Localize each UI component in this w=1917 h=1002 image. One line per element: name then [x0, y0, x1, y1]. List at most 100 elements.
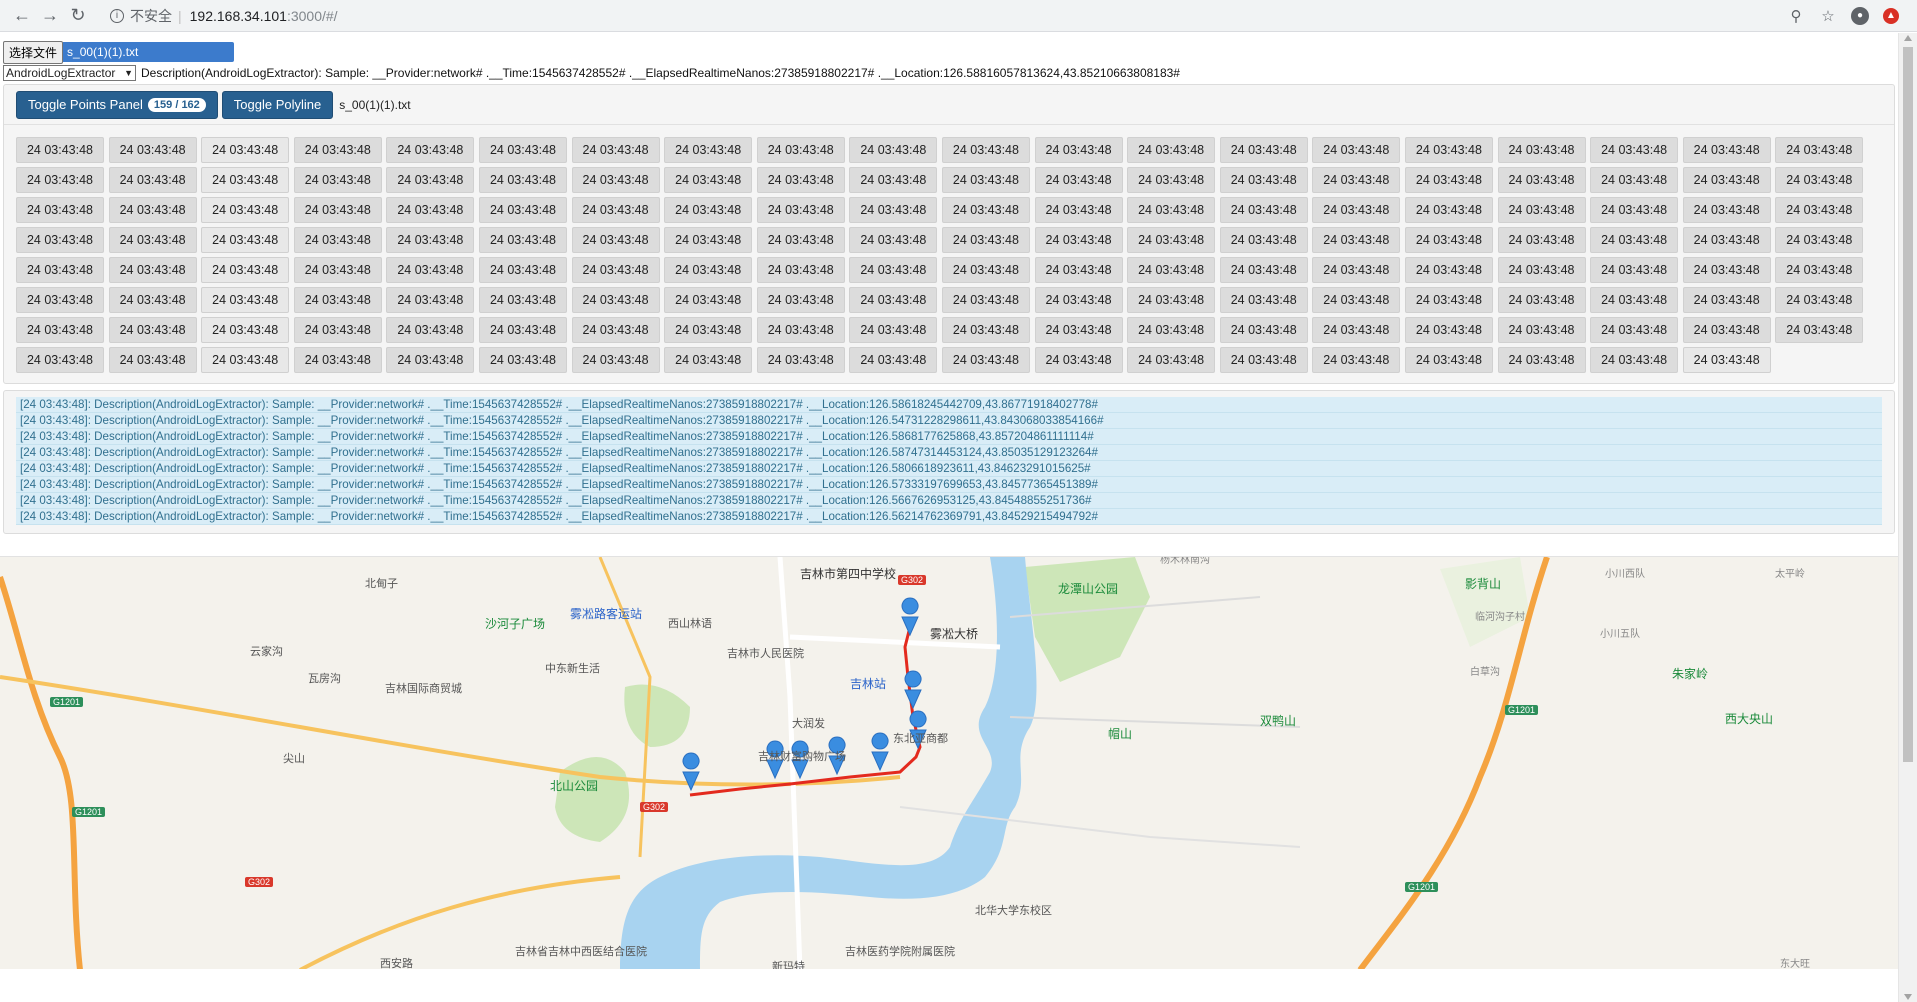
- point-button[interactable]: 24 03:43:48: [1682, 227, 1771, 253]
- point-button[interactable]: 24 03:43:48: [293, 227, 382, 253]
- point-button[interactable]: 24 03:43:48: [108, 347, 197, 373]
- point-button[interactable]: 24 03:43:48: [1404, 197, 1493, 223]
- point-button[interactable]: 24 03:43:48: [1404, 347, 1493, 373]
- point-button[interactable]: 24 03:43:48: [478, 257, 567, 283]
- scroll-down-icon[interactable]: [1904, 994, 1912, 1000]
- point-button[interactable]: 24 03:43:48: [16, 167, 104, 193]
- point-button[interactable]: 24 03:43:48: [1497, 257, 1586, 283]
- point-button[interactable]: 24 03:43:48: [386, 227, 475, 253]
- point-button[interactable]: 24 03:43:48: [664, 317, 753, 343]
- point-button[interactable]: 24 03:43:48: [571, 257, 660, 283]
- point-button[interactable]: 24 03:43:48: [1034, 167, 1123, 193]
- point-button[interactable]: 24 03:43:48: [1312, 347, 1401, 373]
- point-button[interactable]: 24 03:43:48: [478, 347, 567, 373]
- point-button[interactable]: 24 03:43:48: [1590, 257, 1679, 283]
- point-button[interactable]: 24 03:43:48: [1312, 287, 1401, 313]
- point-button[interactable]: 24 03:43:48: [201, 137, 290, 163]
- point-button[interactable]: 24 03:43:48: [1682, 257, 1771, 283]
- point-button[interactable]: 24 03:43:48: [1682, 197, 1771, 223]
- point-button[interactable]: 24 03:43:48: [16, 257, 104, 283]
- point-button[interactable]: 24 03:43:48: [849, 137, 938, 163]
- point-button[interactable]: 24 03:43:48: [1127, 317, 1216, 343]
- point-button[interactable]: 24 03:43:48: [108, 227, 197, 253]
- point-button[interactable]: 24 03:43:48: [1312, 167, 1401, 193]
- point-button[interactable]: 24 03:43:48: [1775, 137, 1864, 163]
- point-button[interactable]: 24 03:43:48: [478, 197, 567, 223]
- point-button[interactable]: 24 03:43:48: [1590, 137, 1679, 163]
- point-button[interactable]: 24 03:43:48: [571, 197, 660, 223]
- point-button[interactable]: 24 03:43:48: [386, 317, 475, 343]
- extension-icon[interactable]: ▲: [1883, 7, 1899, 24]
- point-button[interactable]: 24 03:43:48: [16, 287, 104, 313]
- point-button[interactable]: 24 03:43:48: [941, 197, 1030, 223]
- point-button[interactable]: 24 03:43:48: [1219, 167, 1308, 193]
- point-button[interactable]: 24 03:43:48: [1127, 227, 1216, 253]
- point-button[interactable]: 24 03:43:48: [293, 317, 382, 343]
- point-button[interactable]: 24 03:43:48: [1775, 317, 1864, 343]
- reload-icon[interactable]: ↻: [64, 2, 92, 30]
- point-button[interactable]: 24 03:43:48: [1590, 167, 1679, 193]
- point-button[interactable]: 24 03:43:48: [941, 347, 1030, 373]
- choose-file-button[interactable]: 选择文件: [3, 40, 64, 64]
- point-button[interactable]: 24 03:43:48: [941, 287, 1030, 313]
- point-button[interactable]: 24 03:43:48: [1590, 197, 1679, 223]
- point-button[interactable]: 24 03:43:48: [1312, 227, 1401, 253]
- point-button[interactable]: 24 03:43:48: [849, 257, 938, 283]
- point-button[interactable]: 24 03:43:48: [664, 227, 753, 253]
- point-button[interactable]: 24 03:43:48: [201, 227, 290, 253]
- point-button[interactable]: 24 03:43:48: [1219, 257, 1308, 283]
- point-button[interactable]: 24 03:43:48: [1219, 137, 1308, 163]
- point-button[interactable]: 24 03:43:48: [849, 347, 938, 373]
- scroll-up-icon[interactable]: [1904, 35, 1912, 41]
- location-marker[interactable]: [871, 732, 889, 772]
- point-button[interactable]: 24 03:43:48: [1404, 257, 1493, 283]
- point-button[interactable]: 24 03:43:48: [1127, 257, 1216, 283]
- point-button[interactable]: 24 03:43:48: [386, 257, 475, 283]
- point-button[interactable]: 24 03:43:48: [664, 167, 753, 193]
- point-button[interactable]: 24 03:43:48: [108, 287, 197, 313]
- toggle-polyline-button[interactable]: Toggle Polyline: [221, 90, 334, 119]
- point-button[interactable]: 24 03:43:48: [1404, 227, 1493, 253]
- point-button[interactable]: 24 03:43:48: [571, 227, 660, 253]
- point-button[interactable]: 24 03:43:48: [571, 167, 660, 193]
- point-button[interactable]: 24 03:43:48: [386, 137, 475, 163]
- extractor-select[interactable]: AndroidLogExtractor ▼: [3, 65, 136, 81]
- point-button[interactable]: 24 03:43:48: [478, 317, 567, 343]
- point-button[interactable]: 24 03:43:48: [1034, 317, 1123, 343]
- point-button[interactable]: 24 03:43:48: [1034, 197, 1123, 223]
- point-button[interactable]: 24 03:43:48: [756, 227, 845, 253]
- location-marker[interactable]: [904, 670, 922, 710]
- zoom-icon[interactable]: ⚲: [1787, 7, 1805, 25]
- toggle-points-panel-button[interactable]: Toggle Points Panel 159 / 162: [16, 90, 218, 119]
- point-button[interactable]: 24 03:43:48: [478, 167, 567, 193]
- point-button[interactable]: 24 03:43:48: [201, 317, 290, 343]
- map-view[interactable]: 吉林市第四中学校 龙潭山公园 杨木林南沟 影背山 小川西队 太平岭 北甸子 雾凇路客运站 西山林…: [0, 556, 1898, 969]
- point-button[interactable]: 24 03:43:48: [16, 347, 104, 373]
- point-button[interactable]: 24 03:43:48: [849, 227, 938, 253]
- point-button[interactable]: 24 03:43:48: [108, 197, 197, 223]
- point-button[interactable]: 24 03:43:48: [293, 197, 382, 223]
- point-button[interactable]: 24 03:43:48: [478, 287, 567, 313]
- point-button[interactable]: 24 03:43:48: [1034, 347, 1123, 373]
- point-button[interactable]: 24 03:43:48: [16, 227, 104, 253]
- point-button[interactable]: 24 03:43:48: [108, 167, 197, 193]
- page-scrollbar[interactable]: [1898, 33, 1917, 1002]
- point-button[interactable]: 24 03:43:48: [664, 347, 753, 373]
- point-button[interactable]: 24 03:43:48: [478, 137, 567, 163]
- point-button[interactable]: 24 03:43:48: [1404, 137, 1493, 163]
- point-button[interactable]: 24 03:43:48: [1590, 347, 1679, 373]
- point-button[interactable]: 24 03:43:48: [1590, 287, 1679, 313]
- point-button[interactable]: 24 03:43:48: [386, 197, 475, 223]
- point-button[interactable]: 24 03:43:48: [941, 137, 1030, 163]
- point-button[interactable]: 24 03:43:48: [849, 197, 938, 223]
- location-marker[interactable]: [901, 597, 919, 637]
- point-button[interactable]: 24 03:43:48: [1127, 287, 1216, 313]
- point-button[interactable]: 24 03:43:48: [108, 317, 197, 343]
- point-button[interactable]: 24 03:43:48: [941, 317, 1030, 343]
- point-button[interactable]: 24 03:43:48: [293, 257, 382, 283]
- scrollbar-thumb[interactable]: [1903, 47, 1913, 762]
- point-button[interactable]: 24 03:43:48: [1497, 347, 1586, 373]
- point-button[interactable]: 24 03:43:48: [1682, 347, 1771, 373]
- point-button[interactable]: 24 03:43:48: [1219, 347, 1308, 373]
- point-button[interactable]: 24 03:43:48: [756, 167, 845, 193]
